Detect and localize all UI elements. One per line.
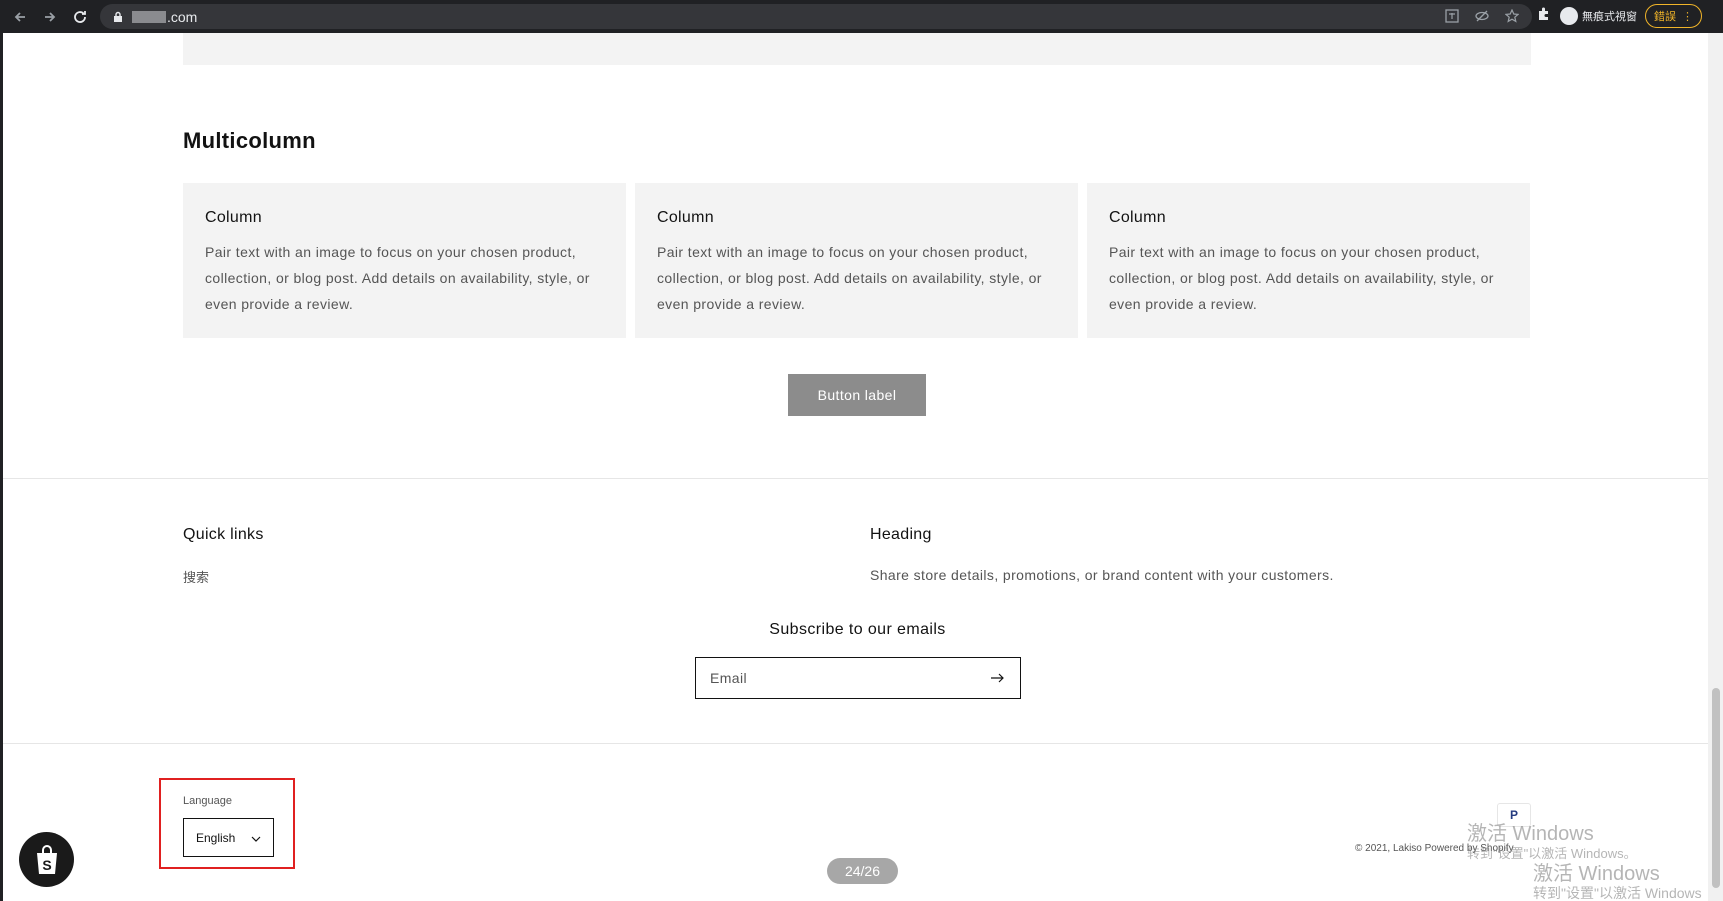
language-selector[interactable]: English <box>183 818 274 857</box>
incognito-icon <box>1560 7 1578 25</box>
column-text: Pair text with an image to focus on your… <box>657 244 1042 312</box>
subscribe-title: Subscribe to our emails <box>769 621 946 638</box>
forward-button[interactable] <box>36 3 64 31</box>
error-pill[interactable]: 錯誤 ⋮ <box>1645 4 1702 28</box>
email-input[interactable] <box>710 670 990 686</box>
quick-links-heading: Quick links <box>183 526 264 543</box>
window-edge <box>0 33 3 901</box>
url-text: .com <box>167 8 198 25</box>
eye-off-icon[interactable] <box>1474 8 1490 24</box>
bookmark-star-icon[interactable] <box>1504 8 1520 24</box>
submit-arrow-icon[interactable] <box>990 670 1006 686</box>
address-bar[interactable]: .com <box>100 4 1532 29</box>
section-divider <box>3 478 1708 479</box>
page-scrollbar[interactable] <box>1708 33 1723 901</box>
column-title: Column <box>657 209 714 226</box>
multicolumn-button[interactable]: Button label <box>788 374 926 416</box>
forward-arrow-icon <box>45 11 56 22</box>
column-text: Pair text with an image to focus on your… <box>1109 244 1494 312</box>
multicolumn-row: Column Pair text with an image to focus … <box>183 183 1530 338</box>
incognito-label: 無痕式視窗 <box>1582 11 1637 23</box>
translate-icon[interactable] <box>1444 8 1460 24</box>
scrollbar-thumb[interactable] <box>1712 688 1720 888</box>
newsletter-form <box>695 657 1021 699</box>
multicolumn-heading: Multicolumn <box>183 128 316 153</box>
footer-divider <box>3 743 1708 744</box>
back-arrow-icon <box>14 11 25 22</box>
incognito-profile[interactable]: 無痕式視窗 <box>1560 7 1637 25</box>
previous-section-bottom <box>183 33 1531 65</box>
footer-heading: Heading <box>870 526 932 543</box>
lock-icon <box>114 11 122 22</box>
language-value: English <box>196 830 236 845</box>
reload-button[interactable] <box>66 3 94 31</box>
shopify-bag-icon[interactable]: S <box>19 832 74 887</box>
chevron-down-icon <box>251 831 261 845</box>
back-button[interactable] <box>6 3 34 31</box>
svg-text:S: S <box>42 857 51 873</box>
windows-watermark: 激活 Windows <box>1533 863 1660 885</box>
windows-watermark-sub: 转到"设置"以激活 Windows <box>1533 885 1702 901</box>
column-title: Column <box>205 209 262 226</box>
footer-link-search[interactable]: 搜索 <box>183 567 209 586</box>
language-label: Language <box>183 795 232 807</box>
windows-watermark: 激活 Windows <box>1467 823 1594 845</box>
extensions-puzzle-icon[interactable] <box>1536 6 1552 27</box>
column-card: Column Pair text with an image to focus … <box>183 183 626 338</box>
more-menu-icon: ⋮ <box>1682 10 1693 23</box>
page-counter: 24/26 <box>827 858 898 884</box>
url-redacted <box>132 10 166 23</box>
column-card: Column Pair text with an image to focus … <box>635 183 1078 338</box>
browser-toolbar: .com 無痕式視窗 錯誤 ⋮ <box>0 0 1723 33</box>
error-label: 錯誤 <box>1654 11 1676 23</box>
column-title: Column <box>1109 209 1166 226</box>
column-card: Column Pair text with an image to focus … <box>1087 183 1530 338</box>
footer-heading-text: Share store details, promotions, or bran… <box>870 567 1334 583</box>
reload-icon <box>74 10 86 23</box>
column-text: Pair text with an image to focus on your… <box>205 244 590 312</box>
